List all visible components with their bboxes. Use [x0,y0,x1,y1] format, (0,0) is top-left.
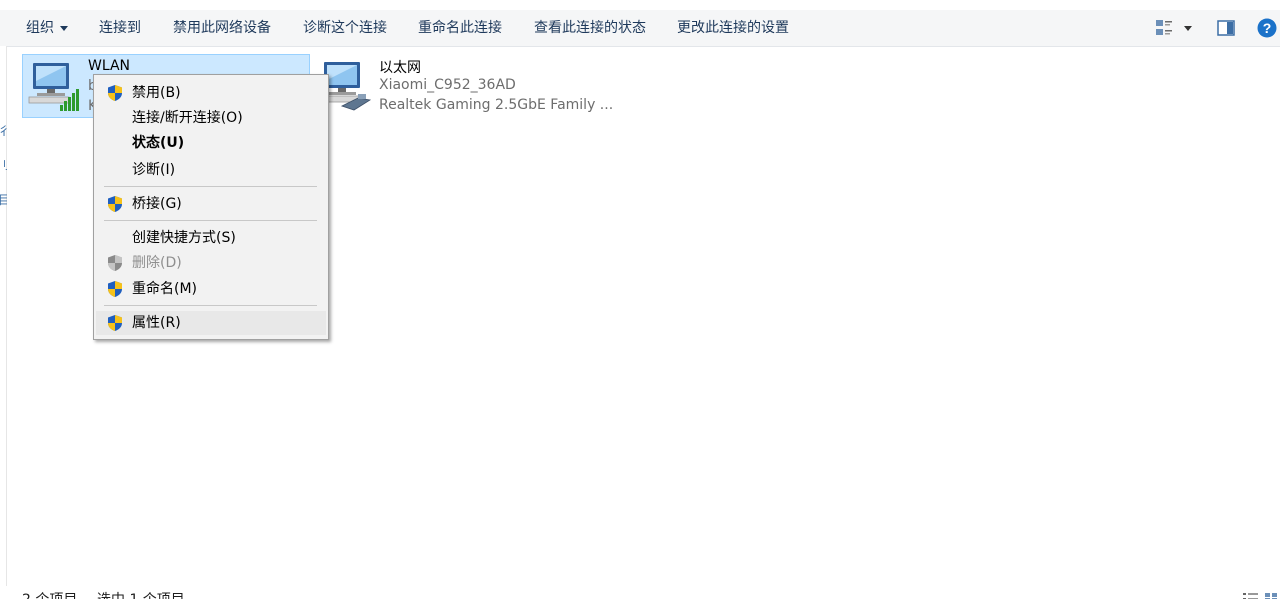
svg-text:?: ? [1263,20,1272,36]
menu-item-status[interactable]: 状态(U) [96,131,326,155]
uac-shield-icon [106,314,124,340]
item-count: 2 个项目 [22,589,77,599]
menu-item-diagnose[interactable]: 诊断(I) [96,158,326,182]
uac-shield-icon [106,280,124,306]
menu-item-properties[interactable]: 属性(R) [96,311,326,335]
menu-item-label: 创建快捷方式(S) [132,230,236,246]
menu-item-label: 重命名(M) [132,281,198,297]
connection-name: WLAN [88,58,131,74]
menu-item-label: 删除(D) [132,255,182,271]
menu-item-label: 桥接(G) [132,196,182,212]
connect-to-button[interactable]: 连接到 [99,10,141,46]
preview-pane-icon[interactable] [1217,20,1235,40]
organize-label: 组织 [26,20,54,36]
menu-separator [104,186,317,187]
menu-item-connect-disconnect[interactable]: 连接/断开连接(O) [96,106,326,130]
menu-item-create-shortcut[interactable]: 创建快捷方式(S) [96,226,326,250]
menu-separator [104,305,317,306]
status-bar: 2 个项目 选中 1 个项目 [0,586,1280,599]
window-top-strip [0,0,1280,10]
menu-separator [104,220,317,221]
rename-button[interactable]: 重命名此连接 [418,10,502,46]
menu-item-disable[interactable]: 禁用(B) [96,81,326,105]
menu-item-label: 禁用(B) [132,85,181,101]
selected-count: 选中 1 个项目 [97,589,185,599]
help-icon[interactable]: ? [1257,18,1277,42]
chevron-down-icon [60,25,68,31]
change-settings-button[interactable]: 更改此连接的设置 [677,10,789,46]
connection-tile-ethernet[interactable]: 以太网 Xiaomi_C952_36AD Realtek Gaming 2.5G… [314,54,614,116]
context-menu: 禁用(B) 连接/断开连接(O) 状态(U) 诊断(I) 桥接(G) 创建快捷方… [93,74,329,340]
menu-item-bridge[interactable]: 桥接(G) [96,192,326,216]
menu-item-label: 属性(R) [132,315,181,331]
connection-network: Xiaomi_C952_36AD [379,77,516,93]
uac-shield-icon [106,195,124,221]
navigation-pane-edge: 彳 刂 目 [0,46,10,586]
diagnose-button[interactable]: 诊断这个连接 [303,10,387,46]
menu-item-delete[interactable]: 删除(D) [96,251,326,275]
large-icons-view-icon[interactable] [1264,590,1278,599]
details-view-icon[interactable] [1243,590,1259,599]
menu-item-label: 状态(U) [132,135,185,151]
wireless-network-icon [27,59,83,119]
organize-button[interactable]: 组织 [26,10,68,46]
menu-item-label: 连接/断开连接(O) [132,110,243,126]
connection-name: 以太网 [379,60,421,76]
command-bar: 组织 连接到 禁用此网络设备 诊断这个连接 重命名此连接 查看此连接的状态 更改… [0,10,1280,47]
connection-adapter: Realtek Gaming 2.5GbE Family ... [379,97,614,113]
disable-device-button[interactable]: 禁用此网络设备 [173,10,271,46]
view-status-button[interactable]: 查看此连接的状态 [534,10,646,46]
menu-item-rename[interactable]: 重命名(M) [96,277,326,301]
view-options-icon[interactable] [1155,19,1199,41]
menu-item-label: 诊断(I) [132,162,176,178]
